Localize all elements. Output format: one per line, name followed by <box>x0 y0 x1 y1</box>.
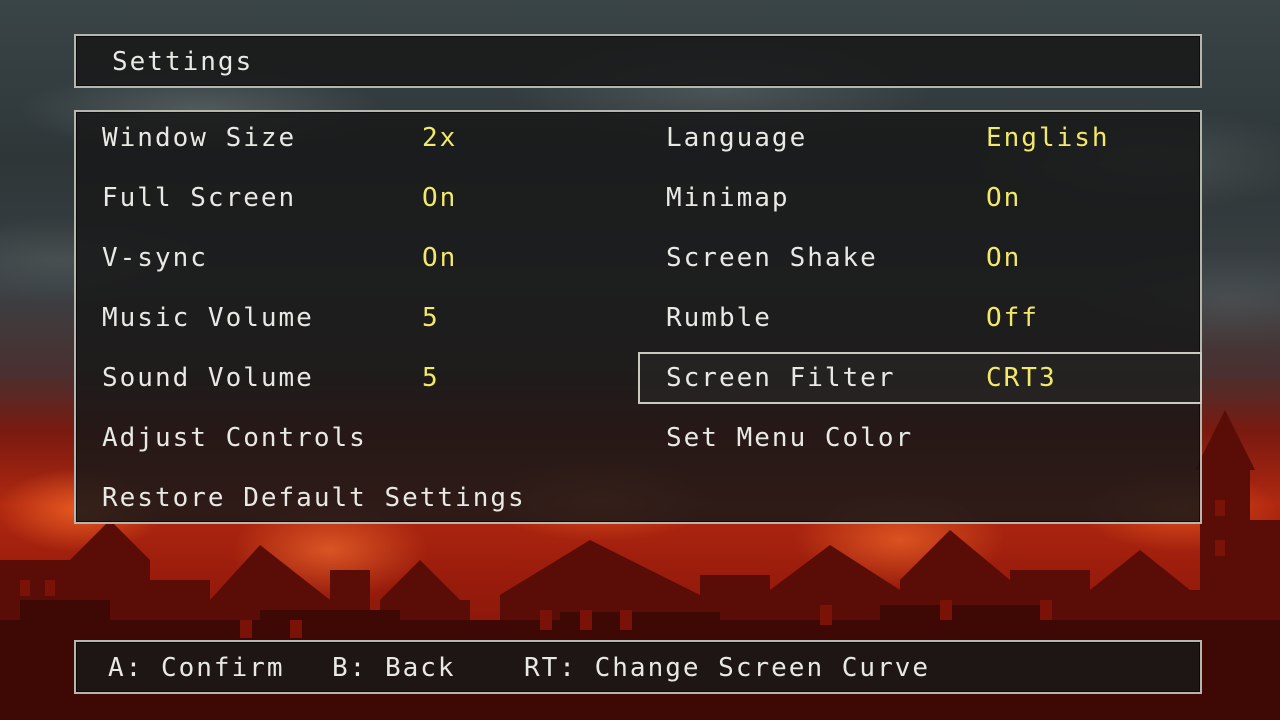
option-label: Screen Filter <box>666 363 896 393</box>
option-label: Music Volume <box>102 303 314 333</box>
option-screen-filter[interactable]: Screen Filter CRT3 <box>638 352 1202 404</box>
title-bar: Settings <box>74 34 1202 88</box>
option-value: Off <box>986 303 1039 333</box>
option-v-sync[interactable]: V-sync On <box>76 232 636 284</box>
option-adjust-controls[interactable]: Adjust Controls <box>76 412 636 464</box>
option-set-menu-color[interactable]: Set Menu Color <box>638 412 1202 464</box>
option-label: V-sync <box>102 243 208 273</box>
option-window-size[interactable]: Window Size 2x <box>76 112 636 164</box>
option-full-screen[interactable]: Full Screen On <box>76 172 636 224</box>
option-label: Minimap <box>666 183 790 213</box>
confirm-hint[interactable]: A: Confirm <box>108 652 285 684</box>
option-value: On <box>422 183 458 213</box>
button-hints-bar: A: Confirm B: Back RT: Change Screen Cur… <box>74 640 1202 694</box>
settings-panel: Window Size 2x Full Screen On V-sync On … <box>74 110 1202 524</box>
option-label: Set Menu Color <box>666 423 914 453</box>
option-label: Window Size <box>102 123 297 153</box>
option-music-volume[interactable]: Music Volume 5 <box>76 292 636 344</box>
option-value: 2x <box>422 123 458 153</box>
option-value: On <box>986 243 1022 273</box>
option-label: Rumble <box>666 303 772 333</box>
option-label: Screen Shake <box>666 243 878 273</box>
change-screen-curve-hint[interactable]: RT: Change Screen Curve <box>524 652 930 684</box>
option-language[interactable]: Language English <box>638 112 1202 164</box>
option-label: Full Screen <box>102 183 297 213</box>
option-sound-volume[interactable]: Sound Volume 5 <box>76 352 636 404</box>
option-restore-defaults[interactable]: Restore Default Settings <box>76 472 636 524</box>
option-value: On <box>986 183 1022 213</box>
option-value: 5 <box>422 363 440 393</box>
option-screen-shake[interactable]: Screen Shake On <box>638 232 1202 284</box>
option-label: Language <box>666 123 808 153</box>
back-hint[interactable]: B: Back <box>332 652 456 684</box>
option-label: Restore Default Settings <box>102 483 526 513</box>
page-title: Settings <box>112 47 254 77</box>
option-value: CRT3 <box>986 363 1057 393</box>
option-value: On <box>422 243 458 273</box>
option-rumble[interactable]: Rumble Off <box>638 292 1202 344</box>
option-value: 5 <box>422 303 440 333</box>
option-label: Adjust Controls <box>102 423 367 453</box>
option-minimap[interactable]: Minimap On <box>638 172 1202 224</box>
option-value: English <box>986 123 1110 153</box>
option-label: Sound Volume <box>102 363 314 393</box>
